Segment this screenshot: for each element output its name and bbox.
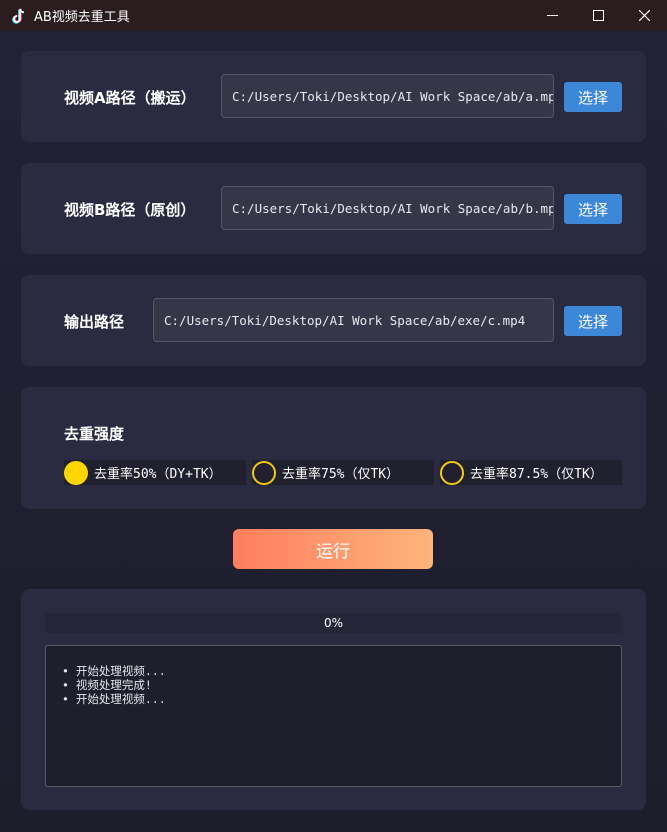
log-line: • 开始处理视频... xyxy=(62,692,166,706)
strength-option-75[interactable]: 去重率75%（仅TK） xyxy=(252,460,434,485)
minimize-icon[interactable] xyxy=(529,0,575,31)
radio-button[interactable] xyxy=(252,460,276,485)
title-bar: AB视频去重工具 xyxy=(0,0,667,31)
progress-bar: 0% xyxy=(45,613,622,633)
run-button[interactable]: 运行 xyxy=(233,529,433,569)
progress-text: 0% xyxy=(323,616,344,630)
log-line: • 开始处理视频... xyxy=(62,664,166,678)
video-b-path-input[interactable]: C:/Users/Toki/Desktop/AI Work Space/ab/b… xyxy=(221,186,554,230)
strength-card: 去重强度 去重率50%（DY+TK） 去重率75%（仅TK） 去重率87.5%（… xyxy=(21,387,646,509)
video-b-select-button[interactable]: 选择 xyxy=(564,194,622,224)
video-b-card: 视频B路径（原创） C:/Users/Toki/Desktop/AI Work … xyxy=(21,163,646,254)
video-a-path-input[interactable]: C:/Users/Toki/Desktop/AI Work Space/ab/a… xyxy=(221,74,554,118)
tiktok-note-icon xyxy=(8,5,30,27)
strength-option-50[interactable]: 去重率50%（DY+TK） xyxy=(64,460,246,485)
radio-button[interactable] xyxy=(64,460,88,485)
strength-option-label: 去重率50%（DY+TK） xyxy=(94,467,222,482)
main-content: 视频A路径（搬运） C:/Users/Toki/Desktop/AI Work … xyxy=(0,31,667,832)
output-select-button[interactable]: 选择 xyxy=(564,306,622,336)
strength-option-label: 去重率75%（仅TK） xyxy=(282,467,400,482)
output-card: 输出路径 C:/Users/Toki/Desktop/AI Work Space… xyxy=(21,275,646,366)
video-a-select-button[interactable]: 选择 xyxy=(564,82,622,112)
log-line: • 视频处理完成! xyxy=(62,678,152,692)
close-icon[interactable] xyxy=(621,0,667,31)
maximize-icon[interactable] xyxy=(575,0,621,31)
video-a-card: 视频A路径（搬运） C:/Users/Toki/Desktop/AI Work … xyxy=(21,51,646,142)
output-label: 输出路径 xyxy=(64,313,125,331)
progress-card: 0% • 开始处理视频... • 视频处理完成! • 开始处理视频... xyxy=(21,589,646,810)
output-path-input[interactable]: C:/Users/Toki/Desktop/AI Work Space/ab/e… xyxy=(153,298,554,342)
video-b-label: 视频B路径（原创） xyxy=(64,201,196,219)
radio-button[interactable] xyxy=(440,460,464,485)
strength-option-87-5[interactable]: 去重率87.5%（仅TK） xyxy=(440,460,622,485)
log-output[interactable]: • 开始处理视频... • 视频处理完成! • 开始处理视频... xyxy=(45,645,622,787)
window-title: AB视频去重工具 xyxy=(34,10,130,25)
strength-option-label: 去重率87.5%（仅TK） xyxy=(470,467,603,482)
video-a-label: 视频A路径（搬运） xyxy=(64,89,196,107)
strength-title: 去重强度 xyxy=(64,425,125,443)
